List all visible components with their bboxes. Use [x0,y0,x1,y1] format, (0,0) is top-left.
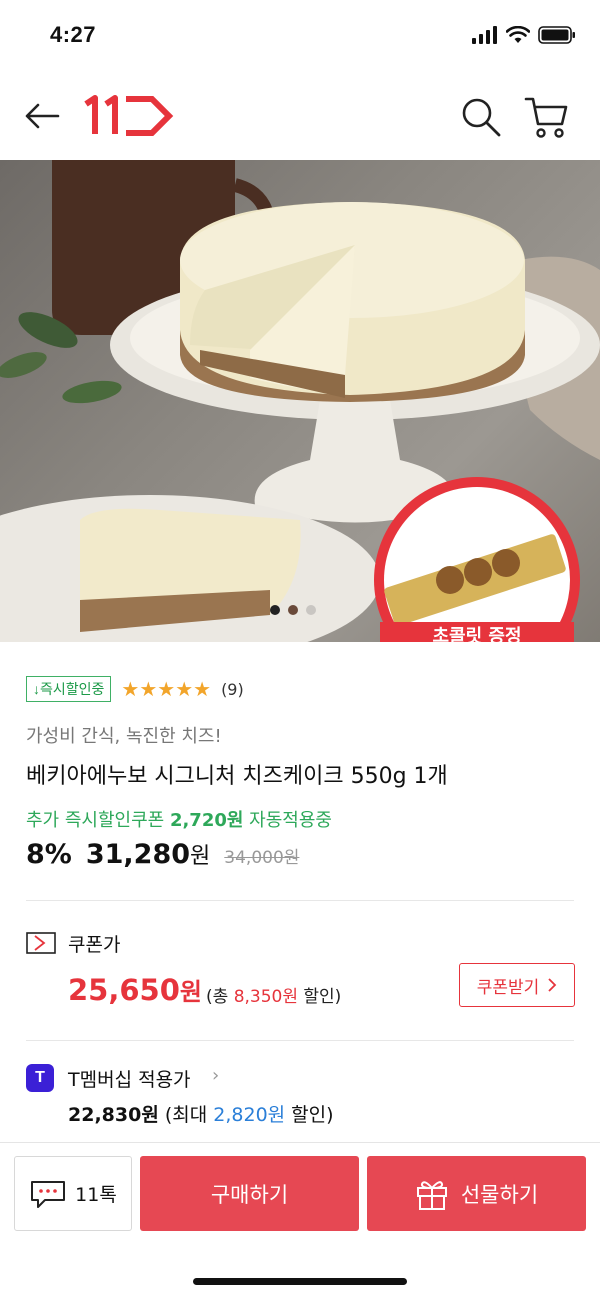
coupon-total-amount: 8,350원 [233,987,298,1007]
product-info: ↓즉시할인중 ★★★★★ (9) [26,674,576,704]
product-subtitle: 가성비 간식, 녹진한 치즈! [26,726,222,747]
tmembership-price: 22,830원 (최대 2,820원 할인) [68,1100,334,1127]
11st-logo[interactable] [82,94,174,138]
auto-coupon-prefix: 추가 즉시할인쿠폰 [26,810,170,831]
auto-coupon-notice: 추가 즉시할인쿠폰 2,720원 자동적용중 [26,806,332,832]
product-title: 베키아에누보 시그니처 치즈케이크 550g 1개 [26,764,448,789]
back-arrow-icon [25,103,60,129]
11talk-label: 11톡 [75,1184,117,1206]
carousel-dot[interactable] [306,605,316,615]
instant-discount-badge: ↓즉시할인중 [26,676,112,702]
coupon-total-discount: (총 8,350원 할인) [206,982,341,1007]
status-time: 4:27 [50,22,97,47]
auto-coupon-suffix: 자동적용중 [243,810,332,831]
coupon-total-suffix: 할인) [298,987,342,1007]
coupon-price-unit: 원 [179,978,203,1006]
gift-label: 선물하기 [460,1182,539,1207]
coupon-price-label: 쿠폰가 [68,934,121,956]
get-coupon-label: 쿠폰받기 [476,977,540,998]
tmembership-max-suffix: 할인) [285,1104,334,1126]
sale-price-value: 31,280 [85,839,191,870]
tmembership-label: T멤버십 적용가 [68,1069,191,1091]
buy-button[interactable]: 구매하기 [140,1156,359,1231]
auto-coupon-amount: 2,720원 [169,810,244,831]
back-button[interactable] [22,96,62,136]
gift-button[interactable]: 선물하기 [367,1156,586,1231]
battery-icon [538,26,575,44]
carousel-dot[interactable] [270,605,280,615]
coupon-price-value: 25,650 [68,973,180,1007]
star-rating[interactable]: ★★★★★ [121,677,211,701]
original-price: 34,000원 [224,848,300,868]
chat-bubble-icon [31,1180,66,1208]
status-icons [472,26,576,44]
price-row: 8% 31,280원 34,000원 [26,838,299,870]
search-button[interactable] [460,96,502,138]
wifi-icon [506,26,530,43]
home-indicator[interactable] [193,1278,407,1285]
11talk-button[interactable]: 11톡 [14,1156,132,1231]
tmembership-max-prefix: (최대 [158,1104,214,1126]
coupon-total-prefix: (총 [206,987,234,1007]
carousel-dot[interactable] [288,605,298,615]
carousel-dots [270,605,316,615]
chevron-right-icon [548,978,557,992]
status-bar: 4:27 [0,0,600,72]
promo-text: 초콜릿 증정 [432,626,521,642]
product-image-carousel[interactable]: 초콜릿 증정 [0,160,600,642]
top-nav [0,72,600,160]
tmembership-icon: T [26,1064,54,1092]
divider [26,1040,574,1041]
tmembership-max-amount: 2,820원 [213,1104,286,1126]
bottom-action-bar: 11톡 구매하기 선물하기 [0,1142,600,1299]
sale-price: 31,280원 [86,838,210,870]
signal-icon [472,26,497,44]
get-coupon-button[interactable]: 쿠폰받기 [459,963,575,1007]
search-icon [462,98,501,137]
chevron-right-icon: › [212,1065,220,1086]
discount-rate: 8% [26,839,72,870]
badge-row: ↓즉시할인중 ★★★★★ (9) [26,674,576,704]
cart-icon [524,97,568,138]
review-count[interactable]: (9) [221,680,244,699]
cart-button[interactable] [524,94,568,140]
sale-price-unit: 원 [190,844,211,869]
gift-icon [416,1180,447,1210]
11st-logo-mark [84,95,174,136]
coupon-icon [26,932,56,954]
divider [26,900,574,901]
coupon-price: 25,650원 [68,972,202,1007]
cheesecake-image: 초콜릿 증정 [0,160,600,642]
tmembership-price-value: 22,830원 [68,1104,159,1126]
